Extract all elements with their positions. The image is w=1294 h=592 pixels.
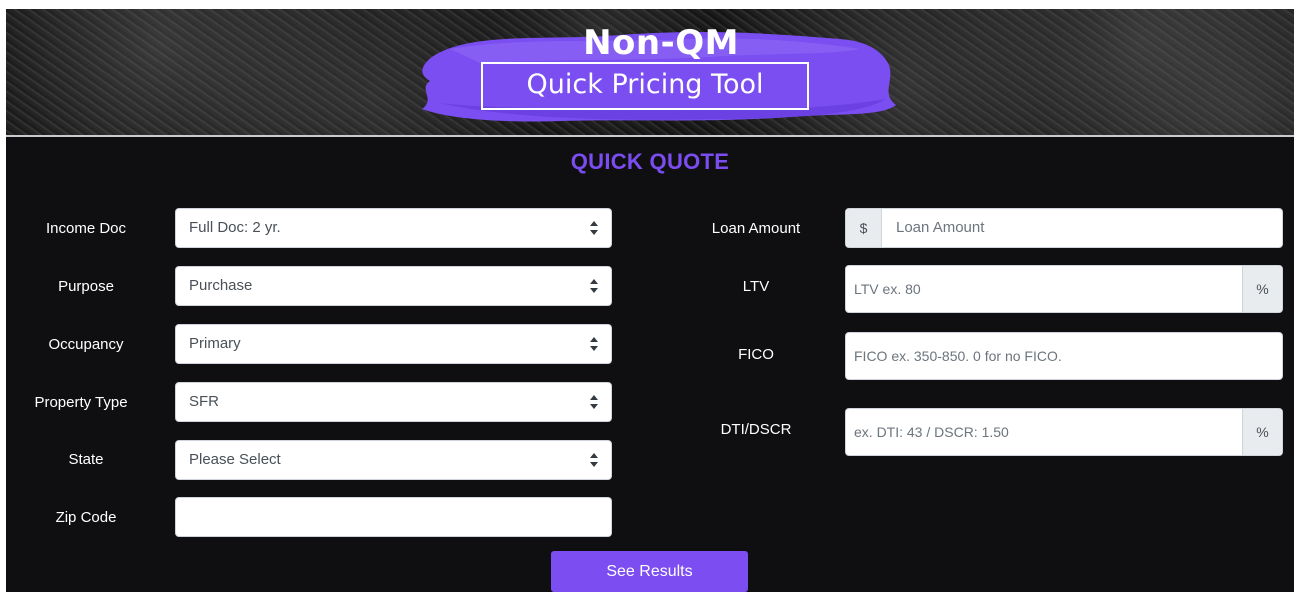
purpose-value: Purchase [189,277,253,294]
ltv-label: LTV [742,278,770,295]
dollar-prefix: $ [846,209,882,247]
updown-caret-icon [590,453,598,467]
occupancy-select[interactable]: Primary [175,324,612,364]
percent-suffix: % [1242,266,1282,312]
purpose-label: Purpose [58,278,114,295]
app-frame: Non-QM Quick Pricing Tool QUICK QUOTE In… [6,9,1294,592]
property-type-value: SFR [189,393,219,410]
updown-caret-icon [590,337,598,351]
see-results-button[interactable]: See Results [551,551,748,592]
loan-amount-placeholder: Loan Amount [896,219,985,236]
ltv-placeholder: LTV ex. 80 [854,281,921,297]
fico-label: FICO [738,346,774,363]
percent-suffix: % [1242,409,1282,455]
dti-dscr-label: DTI/DSCR [720,421,792,438]
logo-subtitle: Quick Pricing Tool [526,69,764,100]
updown-caret-icon [590,395,598,409]
dti-dscr-placeholder: ex. DTI: 43 / DSCR: 1.50 [854,424,1009,440]
purpose-select[interactable]: Purchase [175,266,612,306]
updown-caret-icon [590,221,598,235]
fico-input[interactable]: FICO ex. 350-850. 0 for no FICO. [845,332,1283,380]
loan-amount-input-group[interactable]: $ Loan Amount [845,208,1283,248]
loan-amount-label: Loan Amount [711,220,801,237]
banner-divider [6,135,1294,137]
updown-caret-icon [590,279,598,293]
zip-code-input[interactable] [175,497,612,537]
occupancy-value: Primary [189,335,241,352]
section-title: QUICK QUOTE [570,149,730,174]
income-doc-value: Full Doc: 2 yr. [189,219,281,236]
header-banner: Non-QM Quick Pricing Tool [6,9,1294,135]
occupancy-label: Occupancy [48,336,124,353]
state-value: Please Select [189,451,281,468]
income-doc-select[interactable]: Full Doc: 2 yr. [175,208,612,248]
logo-title: Non-QM [583,23,739,63]
state-select[interactable]: Please Select [175,440,612,480]
fico-placeholder: FICO ex. 350-850. 0 for no FICO. [854,348,1062,364]
income-doc-label: Income Doc [45,220,127,237]
property-type-label: Property Type [34,394,128,411]
state-label: State [68,451,104,468]
zip-code-label: Zip Code [55,509,117,526]
dti-dscr-input-group[interactable]: ex. DTI: 43 / DSCR: 1.50 % [845,408,1283,456]
property-type-select[interactable]: SFR [175,382,612,422]
ltv-input-group[interactable]: LTV ex. 80 % [845,265,1283,313]
